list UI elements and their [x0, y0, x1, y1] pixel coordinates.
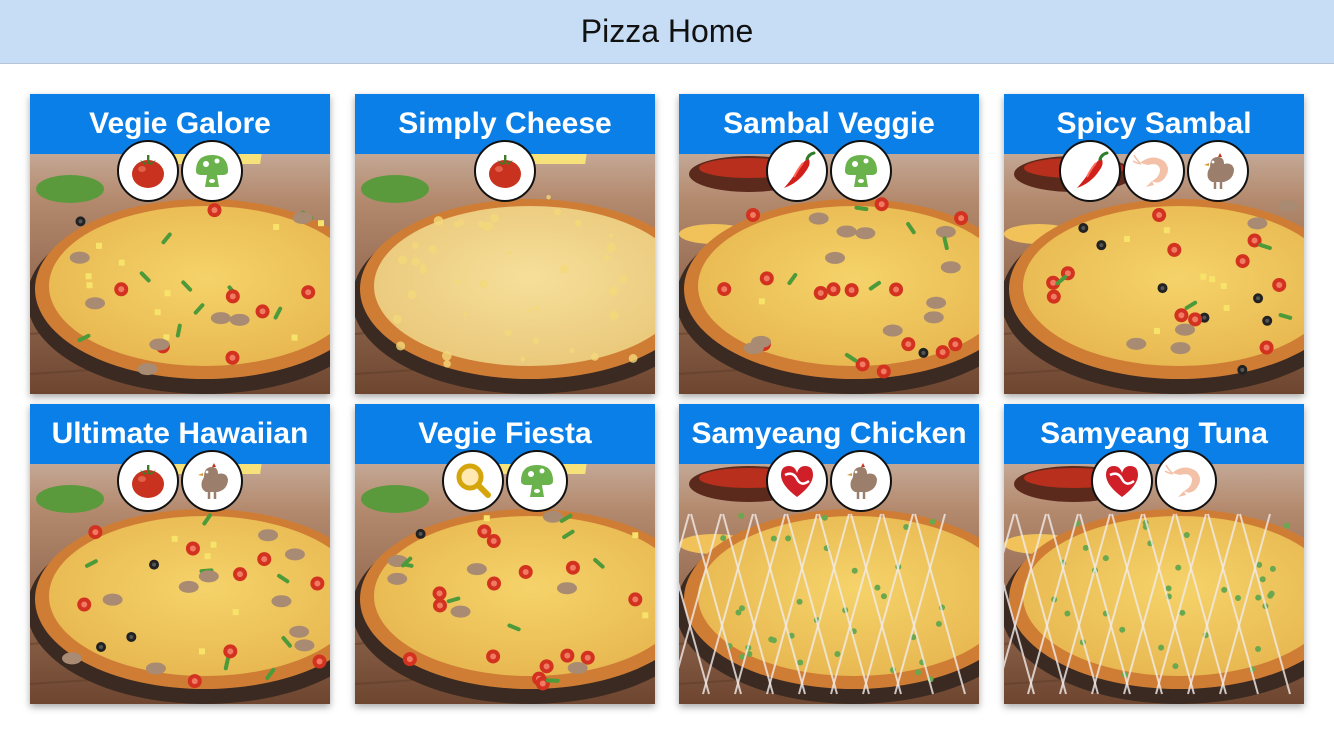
- shrimp-icon: [1123, 140, 1185, 202]
- chicken-icon: [1187, 140, 1249, 202]
- pizza-card[interactable]: Sambal Veggie: [679, 94, 979, 394]
- mushroom-icon: [830, 140, 892, 202]
- tomato-icon: [117, 450, 179, 512]
- mushroom-icon: [506, 450, 568, 512]
- heart-sauce-icon: [766, 450, 828, 512]
- navigation-bar: Pizza Home: [0, 0, 1334, 64]
- page-title: Pizza Home: [580, 13, 754, 49]
- mushroom-icon: [181, 140, 243, 202]
- magnifier-icon: [442, 450, 504, 512]
- shrimp-icon: [1155, 450, 1217, 512]
- ingredient-badges: [355, 450, 655, 512]
- ingredient-badges: [30, 140, 330, 202]
- ingredient-badges: [1004, 450, 1304, 512]
- tomato-icon: [474, 140, 536, 202]
- pizza-card[interactable]: Simply Cheese: [355, 94, 655, 394]
- heart-sauce-icon: [1091, 450, 1153, 512]
- ingredient-badges: [30, 450, 330, 512]
- pizza-card[interactable]: Vegie Fiesta: [355, 404, 655, 704]
- pizza-card[interactable]: Ultimate Hawaiian: [30, 404, 330, 704]
- pizza-card[interactable]: Vegie Galore: [30, 94, 330, 394]
- chicken-icon: [181, 450, 243, 512]
- chicken-icon: [830, 450, 892, 512]
- chili-icon: [766, 140, 828, 202]
- pizza-card[interactable]: Samyeang Chicken: [679, 404, 979, 704]
- chili-icon: [1059, 140, 1121, 202]
- ingredient-badges: [679, 450, 979, 512]
- pizza-card[interactable]: Spicy Sambal: [1004, 94, 1304, 394]
- ingredient-badges: [1004, 140, 1304, 202]
- ingredient-badges: [355, 140, 655, 202]
- tomato-icon: [117, 140, 179, 202]
- ingredient-badges: [679, 140, 979, 202]
- pizza-card[interactable]: Samyeang Tuna: [1004, 404, 1304, 704]
